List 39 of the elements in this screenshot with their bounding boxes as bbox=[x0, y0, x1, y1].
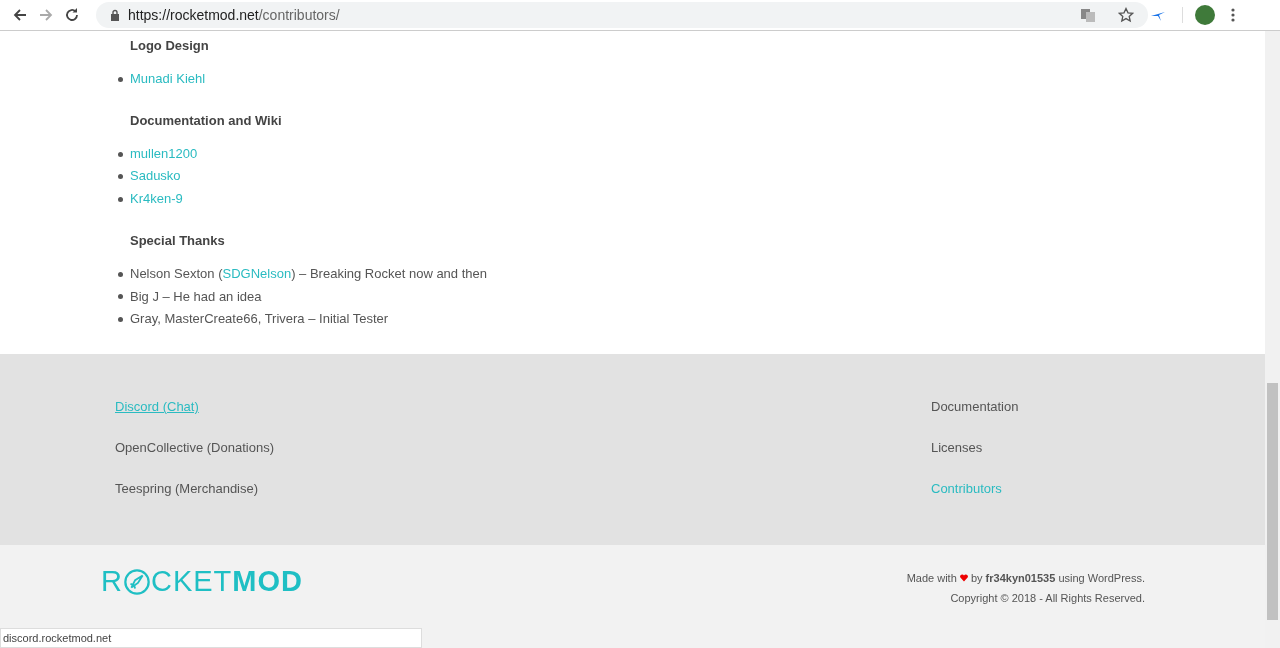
address-bar[interactable]: https://rocketmod.net/contributors/ bbox=[96, 2, 1148, 28]
footer-link[interactable]: Teespring (Merchandise) bbox=[115, 480, 259, 497]
footer-link[interactable]: OpenCollective (Donations) bbox=[115, 439, 274, 456]
thanks-text: Nelson Sexton (SDGNelson) – Breaking Rocket now and then bbox=[130, 264, 487, 283]
profile-avatar[interactable] bbox=[1195, 5, 1215, 25]
footer-link[interactable]: Licenses bbox=[931, 439, 983, 456]
copyright-text: Copyright © 2018 - All Rights Reserved. bbox=[950, 591, 1145, 604]
section-heading: Logo Design bbox=[130, 38, 210, 53]
bullet-icon bbox=[118, 196, 123, 202]
rocketmod-logo[interactable]: R CKETMOD bbox=[101, 566, 303, 597]
section-heading: Documentation and Wiki bbox=[130, 112, 283, 128]
footer-link[interactable]: Discord (Chat) bbox=[115, 398, 199, 415]
thanks-text: Gray, MasterCreate66, Trivera – Initial Tester bbox=[130, 310, 389, 329]
heart-icon bbox=[959, 573, 968, 582]
footer-link[interactable]: Contributors bbox=[931, 480, 1002, 497]
bullet-icon bbox=[118, 317, 123, 323]
url-text: https://rocketmod.net/contributors/ bbox=[128, 7, 340, 23]
bullet-icon bbox=[118, 76, 123, 82]
thanks-text: Big J – He had an idea bbox=[130, 287, 262, 306]
lock-icon bbox=[110, 9, 120, 21]
scrollbar-thumb[interactable] bbox=[1267, 383, 1278, 620]
made-with-text: Made with by fr34kyn01535 using WordPress. bbox=[906, 571, 1145, 584]
status-url: discord.rocketmod.net bbox=[0, 628, 422, 648]
contributor-link[interactable]: SDGNelson bbox=[222, 265, 292, 281]
bullet-icon bbox=[118, 151, 123, 157]
section-heading: Special Thanks bbox=[130, 232, 226, 248]
contributor-link[interactable]: Sadusko bbox=[130, 165, 181, 189]
menu-icon[interactable] bbox=[1231, 7, 1235, 23]
contributor-link[interactable]: Munadi Kiehl bbox=[130, 68, 206, 91]
bullet-icon bbox=[118, 271, 123, 277]
translate-icon[interactable] bbox=[1080, 7, 1096, 23]
bullet-icon bbox=[118, 294, 123, 300]
back-icon[interactable] bbox=[12, 7, 28, 23]
footer-link[interactable]: Documentation bbox=[931, 398, 1019, 415]
star-icon[interactable] bbox=[1118, 7, 1134, 23]
contributor-link[interactable]: Kr4ken-9 bbox=[130, 188, 183, 211]
bullet-icon bbox=[118, 174, 123, 180]
contributor-link[interactable]: mullen1200 bbox=[130, 142, 198, 166]
reload-icon[interactable] bbox=[64, 7, 80, 23]
